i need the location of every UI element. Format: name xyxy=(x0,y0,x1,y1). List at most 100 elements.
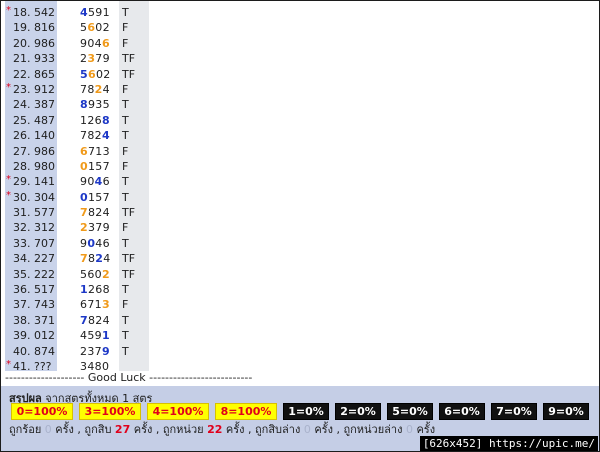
digit: 9 xyxy=(95,6,103,19)
digit-badge: 0=100% xyxy=(11,403,73,420)
digit: 7 xyxy=(102,159,110,173)
digit: 2 xyxy=(95,313,103,327)
list-item: 34. 227 7824 TF xyxy=(1,251,599,266)
list-item: 35. 222 5602 TF xyxy=(1,267,599,282)
digit: 6 xyxy=(102,175,110,189)
list-item: 37. 743 6713 F xyxy=(1,297,599,312)
row-result: T xyxy=(122,329,129,343)
row-digits: 1268 xyxy=(80,113,110,128)
digit: 0 xyxy=(80,159,88,173)
row-digits: 7824 xyxy=(80,313,110,328)
digit: 1 xyxy=(80,283,88,297)
row-label: 25. 487 xyxy=(13,113,55,127)
digit-badge: 9=0% xyxy=(543,403,589,420)
row-result: F xyxy=(122,159,129,173)
digit: 7 xyxy=(94,344,102,358)
digit: 6 xyxy=(102,236,110,250)
digit: 5 xyxy=(102,98,110,112)
list-item: * 30. 304 0157 T xyxy=(1,189,599,205)
digit: 0 xyxy=(80,190,88,204)
digit: 2 xyxy=(87,113,95,127)
digit: 7 xyxy=(102,190,110,204)
row-digits: 1268 xyxy=(80,282,110,297)
digit: 3 xyxy=(95,98,103,112)
hit-count-lower-units: 0 xyxy=(405,423,413,436)
row-digits: 0157 xyxy=(80,190,110,205)
row-digits: 7824 xyxy=(80,205,110,220)
row-label: 31. 577 xyxy=(13,206,55,220)
row-label: 37. 743 xyxy=(13,298,55,312)
row-digits: 7824 xyxy=(80,251,111,266)
row-result: TF xyxy=(122,206,136,220)
list-item: 22. 865 5602 TF xyxy=(1,67,599,82)
row-label: 39. 012 xyxy=(13,329,55,343)
digit: 1 xyxy=(102,6,110,19)
digit: 3 xyxy=(87,344,95,358)
digit-badge: 2=0% xyxy=(335,403,381,420)
hit-text-end: ครั้ง xyxy=(412,423,436,436)
row-result: T xyxy=(122,313,129,327)
digit: 9 xyxy=(94,329,102,343)
row-result: F xyxy=(122,82,129,96)
row-result: T xyxy=(122,236,129,250)
row-label: 22. 865 xyxy=(13,67,55,81)
row-digits: 6713 xyxy=(80,297,110,312)
row-digits: 2379 xyxy=(80,220,110,235)
row-result: T xyxy=(122,98,129,112)
good-luck-separator: -------------------- Good Luck ---------… xyxy=(5,371,253,384)
list-item: * 23. 912 7824 F xyxy=(1,82,599,97)
row-result: F xyxy=(122,221,129,235)
digit: 4 xyxy=(102,206,110,220)
row-label: 36. 517 xyxy=(13,283,55,297)
row-label: 24. 387 xyxy=(13,98,55,112)
digit-badge: 8=100% xyxy=(215,403,277,420)
row-result: T xyxy=(122,6,129,19)
digit: 4 xyxy=(94,175,103,189)
result-window: * 18. 542 4591 T 19. 816 5602 F 20. 986 9046 F 21.… xyxy=(0,0,600,452)
digit: 1 xyxy=(95,144,103,158)
row-digits: 5602 xyxy=(80,20,110,35)
digit: 5 xyxy=(87,329,95,343)
row-label: 18. 542 xyxy=(13,6,55,19)
digit: 9 xyxy=(101,344,110,358)
row-result: TF xyxy=(122,67,136,81)
digit-badge: 4=100% xyxy=(147,403,209,420)
row-label: 34. 227 xyxy=(13,252,55,266)
row-digits: 7824 xyxy=(80,82,110,97)
row-label: 29. 141 xyxy=(13,175,55,189)
digit: 4 xyxy=(94,36,102,50)
digit-badge: 3=100% xyxy=(79,403,141,420)
hit-count-units: 22 xyxy=(207,423,223,436)
row-label: 20. 986 xyxy=(13,36,55,50)
watermark: [626x452] https://upic.me/ xyxy=(419,436,598,451)
row-digits: 4591 xyxy=(80,5,110,20)
star-marker: * xyxy=(6,174,11,186)
row-result: T xyxy=(122,190,129,204)
list-item: 19. 816 5602 F xyxy=(1,20,599,35)
digit: 2 xyxy=(80,221,88,235)
list-item: * 29. 141 9046 T xyxy=(1,174,599,189)
row-digits: 9046 xyxy=(80,174,110,189)
row-label: 28. 980 xyxy=(13,159,55,173)
digit: 9 xyxy=(102,52,110,66)
star-marker: * xyxy=(6,189,11,201)
star-marker: * xyxy=(6,5,11,16)
row-digits: 2379 xyxy=(80,51,110,66)
row-result: TF xyxy=(122,52,136,66)
row-label: 26. 140 xyxy=(13,129,55,143)
digit: 6 xyxy=(87,267,95,281)
digit: 5 xyxy=(95,190,103,204)
list-item: 28. 980 0157 F xyxy=(1,159,599,174)
row-result: T xyxy=(122,129,129,143)
row-result: F xyxy=(122,21,129,35)
digit: 2 xyxy=(102,21,110,35)
digit: 3 xyxy=(102,144,110,158)
row-digits: 4591 xyxy=(80,328,110,343)
row-result: T xyxy=(122,344,129,358)
row-result: TF xyxy=(122,267,136,281)
row-result: T xyxy=(122,175,129,189)
digit: 2 xyxy=(95,206,103,220)
hit-text-tens: ครั้ง , ถูกสิบ xyxy=(51,423,115,436)
row-label: 38. 371 xyxy=(13,313,55,327)
list-item: 36. 517 1268 T xyxy=(1,282,599,297)
